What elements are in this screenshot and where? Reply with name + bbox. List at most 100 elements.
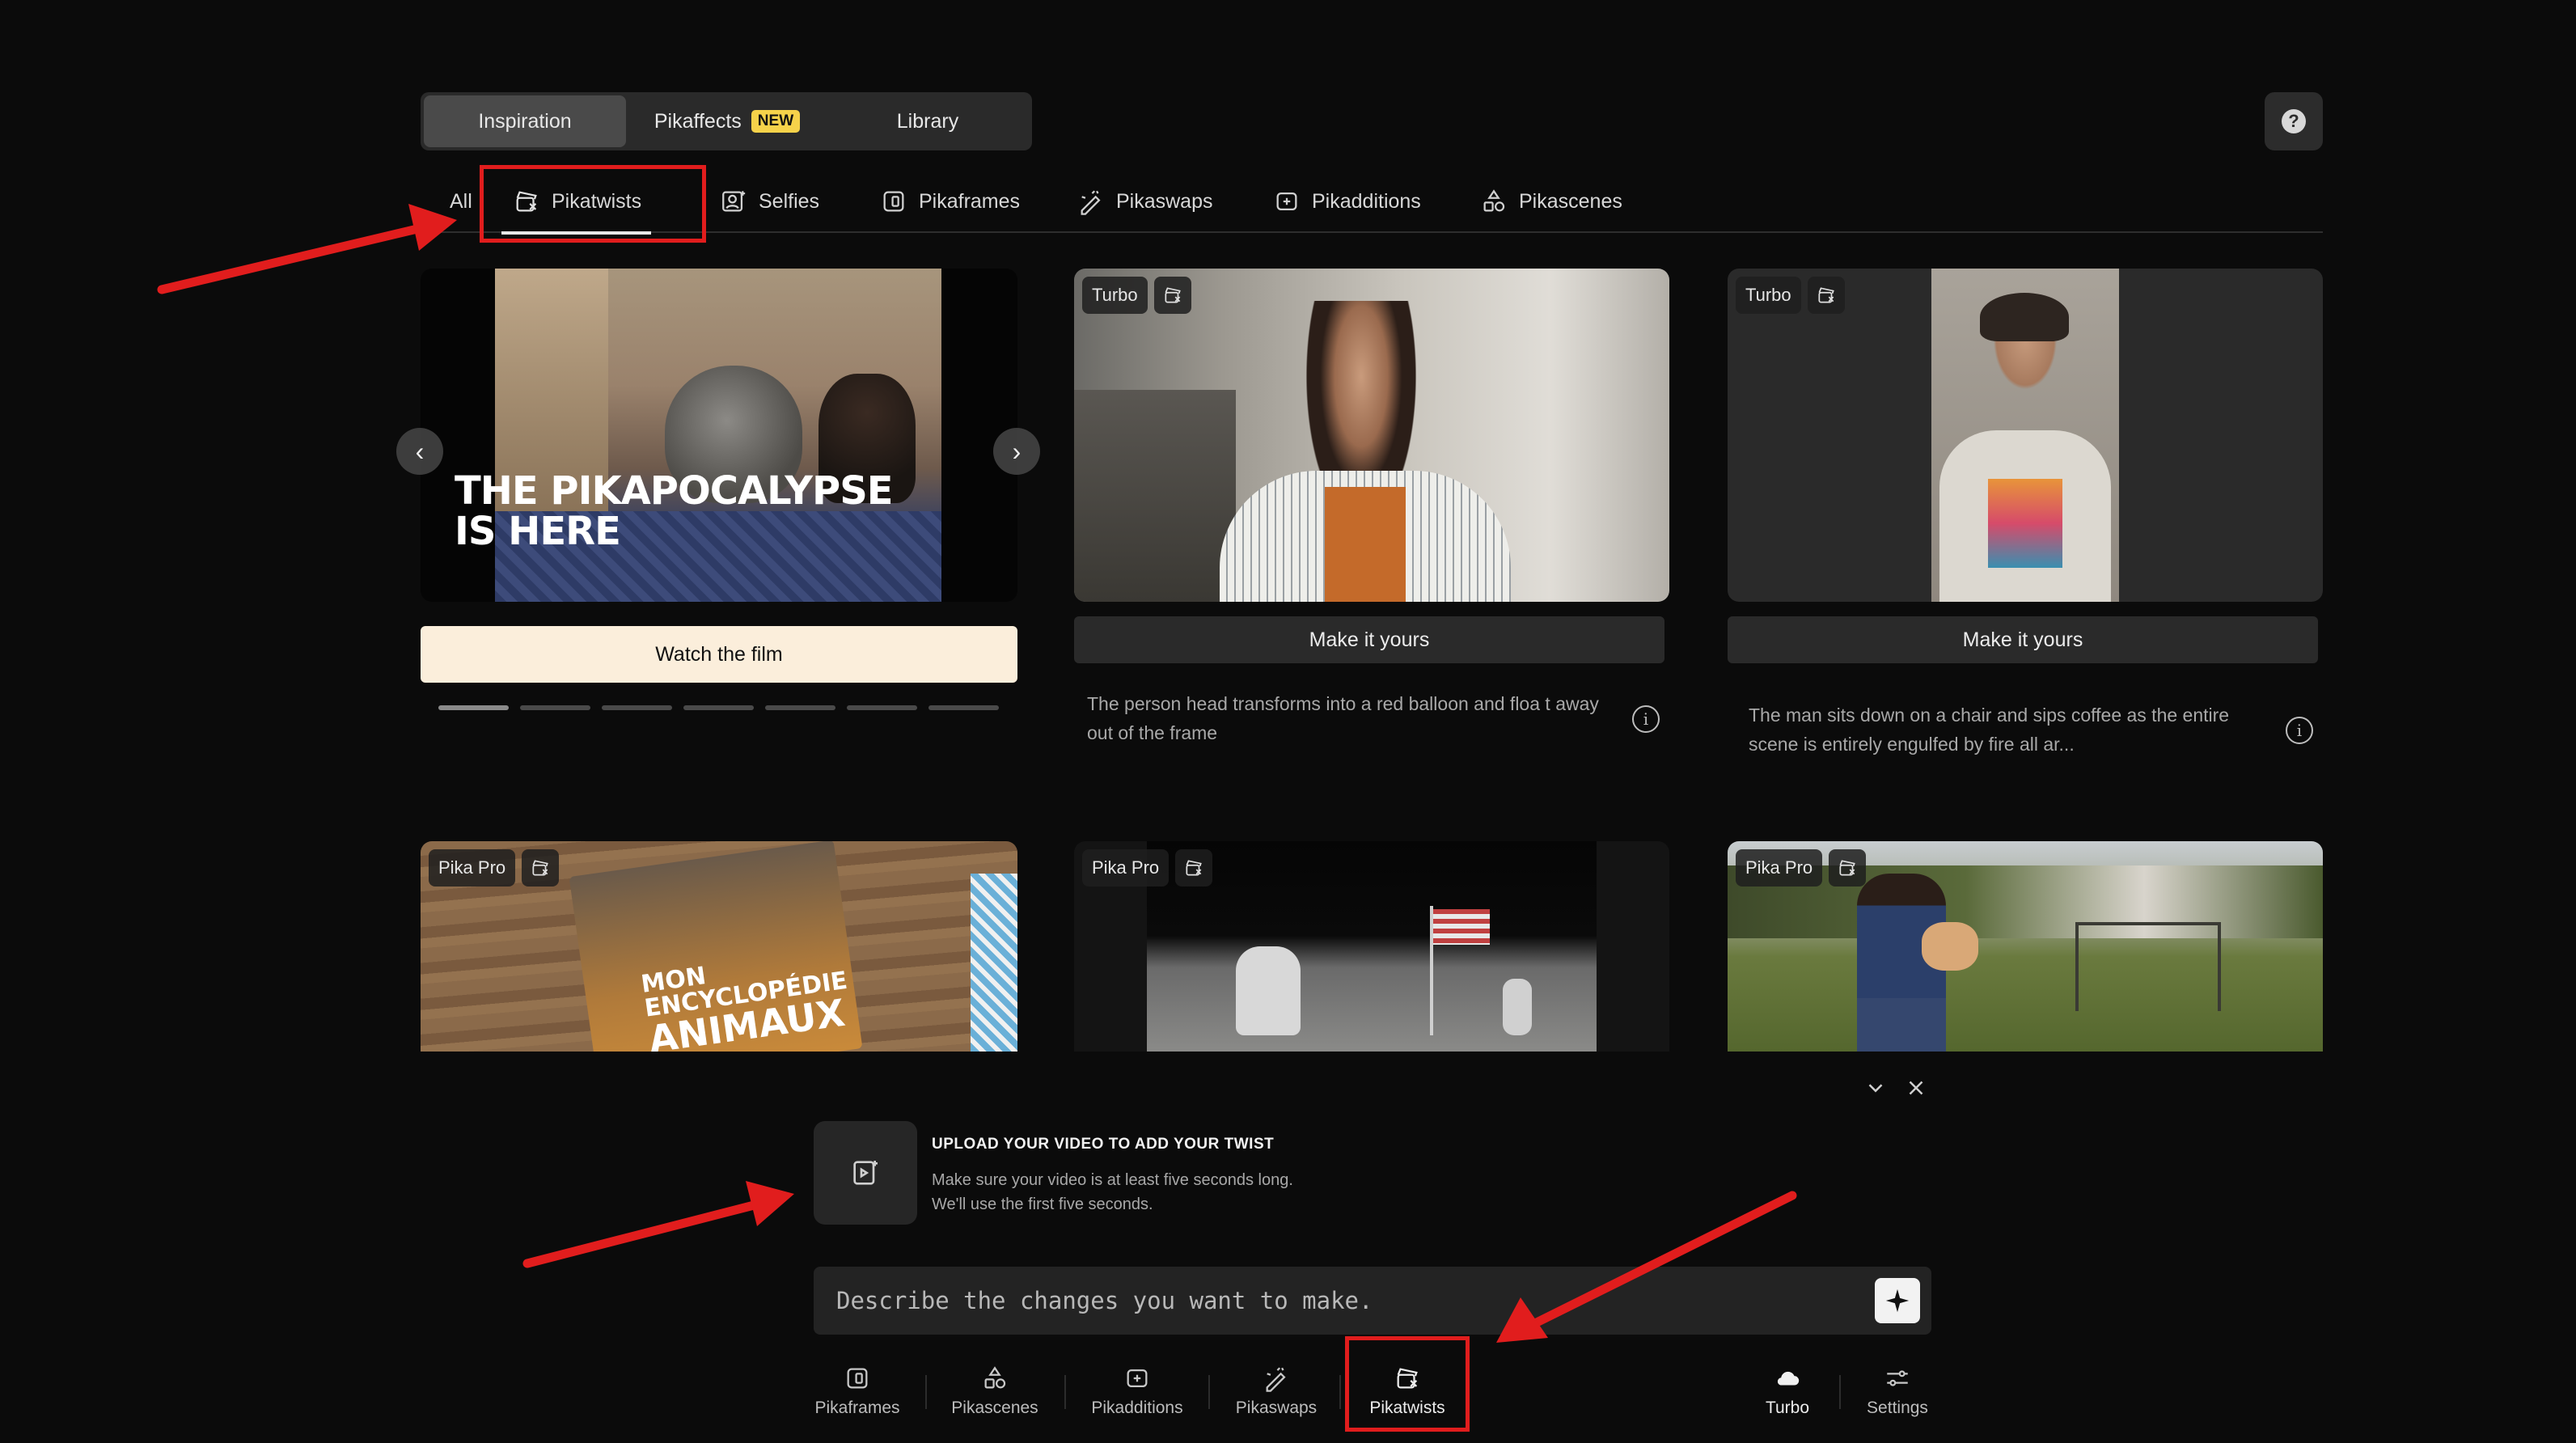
annotation-arrow-to-all-tab <box>157 204 457 294</box>
toolbar-settings[interactable]: Settings <box>1857 1352 1938 1430</box>
carousel-next-button[interactable]: › <box>993 428 1040 475</box>
category-pikascenes[interactable]: Pikascenes <box>1480 170 1622 233</box>
category-pikadditions-label: Pikadditions <box>1312 189 1421 213</box>
card4-flag <box>1433 909 1490 945</box>
pikascenes-icon <box>984 1366 1006 1389</box>
card-video-1[interactable]: Turbo <box>1074 269 1669 602</box>
generate-button[interactable] <box>1875 1278 1920 1323</box>
pikatwists-icon <box>532 860 548 876</box>
card4-astronaut-2 <box>1503 979 1532 1035</box>
pikaframes-icon <box>847 1368 868 1389</box>
category-all[interactable]: All <box>450 170 472 233</box>
carousel-dot[interactable] <box>438 705 509 710</box>
pikatwists-icon <box>1186 860 1202 876</box>
carousel-dot[interactable] <box>602 705 672 710</box>
card3-book-title: MON ENCYCLOPÉDIE ANIMAUX <box>640 945 854 1052</box>
tab-inspiration[interactable]: Inspiration <box>424 95 626 147</box>
card3-second-book <box>971 874 1017 1052</box>
make-it-yours-button-1[interactable]: Make it yours <box>1074 616 1664 663</box>
upload-title: UPLOAD YOUR VIDEO TO ADD YOUR TWIST <box>932 1136 1275 1153</box>
model-badge: Pika Pro <box>1082 849 1170 887</box>
carousel-dot[interactable] <box>847 705 917 710</box>
carousel-indicators <box>438 705 999 710</box>
carousel-dot[interactable] <box>683 705 754 710</box>
toolbar-pikaswaps-label: Pikaswaps <box>1235 1399 1318 1417</box>
model-badge: Pika Pro <box>1736 849 1823 887</box>
pikadditions-icon <box>1127 1369 1148 1388</box>
make-it-yours-button-2[interactable]: Make it yours <box>1728 616 2318 663</box>
tab-pikaffects[interactable]: Pikaffects NEW <box>626 95 828 147</box>
carousel-prev-button[interactable]: ‹ <box>396 428 443 475</box>
info-icon[interactable]: i <box>2286 717 2313 744</box>
card-video-4[interactable]: Pika Pro <box>1074 841 1669 1052</box>
card2-description: The man sits down on a chair and sips co… <box>1749 705 2230 755</box>
toolbar-turbo-label: Turbo <box>1765 1399 1810 1417</box>
card1-kitchen-bg <box>1074 390 1236 602</box>
toolbar-pikadditions-label: Pikadditions <box>1091 1399 1183 1417</box>
toolbar-divider <box>1208 1375 1210 1409</box>
tab-library-label: Library <box>896 109 959 133</box>
toolbar-pikascenes[interactable]: Pikascenes <box>946 1352 1043 1430</box>
category-selfies-label: Selfies <box>759 189 820 213</box>
pikadditions-icon <box>1276 192 1297 211</box>
pikaswaps-icon <box>1081 190 1101 215</box>
annotation-highlight-pikatwists-toolbar <box>1345 1336 1470 1432</box>
watch-film-button[interactable]: Watch the film <box>421 626 1017 683</box>
category-pikaframes[interactable]: Pikaframes <box>880 170 1020 233</box>
pikaswaps-icon <box>1266 1367 1286 1392</box>
card-video-3[interactable]: MON ENCYCLOPÉDIE ANIMAUX Pika Pro <box>421 841 1017 1052</box>
category-selfies[interactable]: Selfies <box>720 170 819 233</box>
collapse-panel-button[interactable] <box>1863 1076 1888 1107</box>
hero-title-line1: THE PIKAPOCALYPSE <box>455 468 894 514</box>
turbo-cloud-icon <box>1777 1371 1800 1386</box>
category-pikadditions[interactable]: Pikadditions <box>1273 170 1421 233</box>
new-badge: NEW <box>751 110 801 133</box>
toolbar-pikascenes-label: Pikascenes <box>951 1399 1038 1417</box>
carousel-dot[interactable] <box>928 705 999 710</box>
annotation-arrow-to-upload <box>522 1181 794 1268</box>
card3-book: MON ENCYCLOPÉDIE ANIMAUX <box>569 841 863 1052</box>
info-icon[interactable]: i <box>1632 705 1660 733</box>
pikaframes-icon <box>883 191 904 212</box>
hero-carousel[interactable]: THE PIKAPOCALYPSE IS HERE <box>421 269 1017 602</box>
top-tab-bar: Inspiration Pikaffects NEW Library <box>421 92 1032 150</box>
settings-sliders-icon <box>1887 1370 1908 1386</box>
carousel-dot[interactable] <box>520 705 590 710</box>
card2-badges: Turbo <box>1736 277 1845 314</box>
tab-library[interactable]: Library <box>828 95 1027 147</box>
card5-swing <box>2075 922 2221 1011</box>
category-pikaswaps[interactable]: Pikaswaps <box>1077 170 1213 233</box>
help-button[interactable]: ? <box>2265 92 2323 150</box>
prompt-input[interactable] <box>836 1267 1807 1335</box>
category-all-label: All <box>450 189 472 213</box>
watch-film-label: Watch the film <box>655 642 783 666</box>
pikascenes-icon <box>1483 189 1505 212</box>
pikatwists-badge <box>522 849 560 887</box>
category-pikaswaps-label: Pikaswaps <box>1116 189 1213 213</box>
card5-cat <box>1922 922 1978 971</box>
card-video-5[interactable]: Pika Pro <box>1728 841 2323 1052</box>
card2-hair <box>1980 293 2069 341</box>
toolbar-pikadditions[interactable]: Pikadditions <box>1081 1352 1194 1430</box>
toolbar-divider <box>1339 1375 1341 1409</box>
model-badge: Turbo <box>1736 277 1801 314</box>
toolbar-pikaframes[interactable]: Pikaframes <box>809 1352 906 1430</box>
toolbar-divider <box>1064 1375 1066 1409</box>
upload-video-button[interactable] <box>814 1121 917 1225</box>
carousel-dot[interactable] <box>765 705 835 710</box>
toolbar-pikaswaps[interactable]: Pikaswaps <box>1228 1352 1325 1430</box>
prompt-bar <box>814 1267 1931 1335</box>
card-video-2[interactable]: Turbo <box>1728 269 2323 602</box>
help-icon: ? <box>2282 109 2306 133</box>
upload-line-1: Make sure your video is at least five se… <box>932 1171 1293 1189</box>
hero-title: THE PIKAPOCALYPSE IS HERE <box>455 468 894 552</box>
pikatwists-badge <box>1829 849 1867 887</box>
card2-video-frame <box>1931 269 2119 602</box>
tab-pikaffects-label: Pikaffects <box>654 109 742 133</box>
selfie-icon <box>722 191 746 212</box>
card4-astronaut <box>1236 946 1301 1035</box>
upload-video-icon <box>853 1161 878 1185</box>
toolbar-divider <box>1839 1375 1841 1409</box>
close-panel-button[interactable] <box>1904 1076 1928 1107</box>
toolbar-turbo[interactable]: Turbo <box>1755 1352 1820 1430</box>
